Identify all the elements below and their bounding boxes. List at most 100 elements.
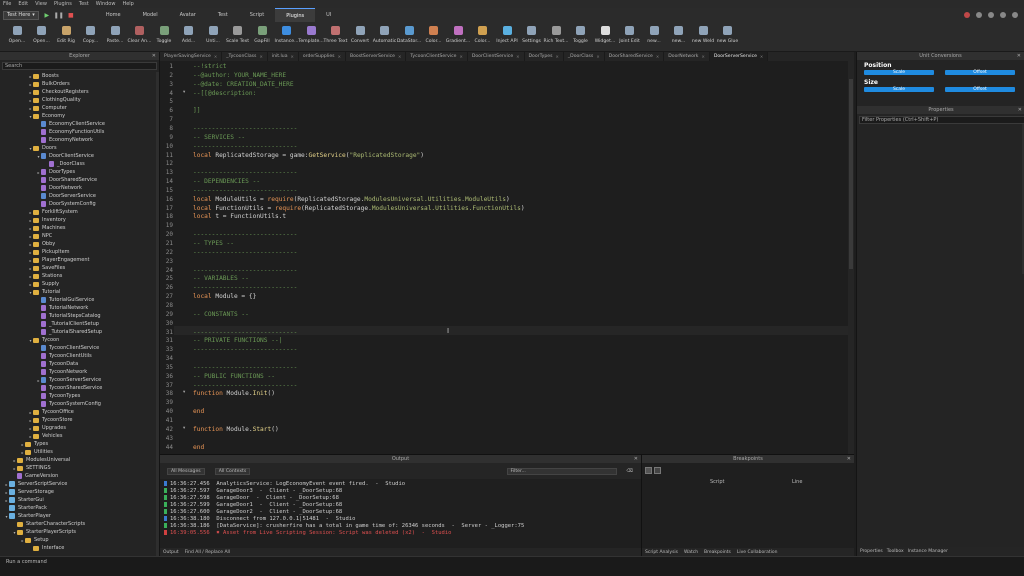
tree-item[interactable]: TycoonClientUtils (0, 352, 159, 360)
tree-item[interactable]: ▸ ServerScriptService (0, 480, 159, 488)
tree-item[interactable]: ▸ Vehicles (0, 432, 159, 440)
tree-item[interactable]: DoorNetwork (0, 184, 159, 192)
tree-item[interactable]: TycoonData (0, 360, 159, 368)
code-line[interactable]: --[[@description: (193, 90, 256, 97)
script-tab[interactable]: _TycoonClass ✕ (222, 52, 268, 61)
script-tab[interactable]: init.lua ✕ (268, 52, 299, 61)
tree-item[interactable]: ▾ Tycoon (0, 336, 159, 344)
share-icon[interactable] (976, 12, 982, 18)
tree-item[interactable]: ▾ StarterPlayer (0, 512, 159, 520)
output-bottom-tab[interactable]: Output (163, 550, 179, 555)
command-input[interactable]: Run a command (6, 559, 47, 565)
tree-item[interactable]: ▸ Obby (0, 240, 159, 248)
code-line[interactable]: function Module.Start() (193, 426, 279, 433)
properties-bottom-tab[interactable]: Toolbox (887, 549, 904, 554)
tree-item[interactable]: ▸ TycoonServerService (0, 376, 159, 384)
position-scale-button[interactable]: Scale (864, 70, 934, 75)
close-icon[interactable]: ✕ (1018, 106, 1022, 114)
code-line[interactable]: ]] (193, 107, 200, 114)
code-line[interactable]: --@date: CREATION_DATE_HERE (193, 81, 294, 88)
code-line[interactable]: local ReplicatedStorage = game:GetServic… (193, 152, 424, 159)
code-line[interactable]: -- CONSTANTS -- (193, 311, 249, 318)
tree-item[interactable]: _DoorClass (0, 160, 159, 168)
play-icon[interactable]: ▶ (43, 11, 51, 19)
close-icon[interactable]: ✕ (656, 54, 659, 59)
tab-script[interactable]: Script (239, 8, 276, 22)
code-line[interactable]: local Module = {} (193, 293, 256, 300)
tree-item[interactable]: TycoonNetwork (0, 368, 159, 376)
tab-ui[interactable]: UI (315, 8, 342, 22)
close-icon[interactable]: ✕ (516, 54, 519, 59)
menu-item-help[interactable]: Help (122, 1, 133, 7)
tree-item[interactable]: ▸ TycoonStore (0, 416, 159, 424)
tree-item[interactable]: ▾ Tutorial (0, 288, 159, 296)
close-icon[interactable]: ✕ (596, 54, 599, 59)
code-line[interactable]: ---------------------------- (193, 169, 297, 176)
tree-item[interactable]: ▾ Doors (0, 144, 159, 152)
debug-bottom-tab[interactable]: Script Analysis (645, 550, 678, 555)
stop-icon[interactable]: ■ (67, 11, 75, 19)
tree-item[interactable]: StarterPack (0, 504, 159, 512)
close-icon[interactable]: ✕ (459, 54, 462, 59)
explorer-search-input[interactable]: Search (2, 62, 157, 70)
properties-bottom-tab[interactable]: Instance Manager (908, 549, 948, 554)
close-icon[interactable]: ✕ (847, 455, 851, 463)
toolbar-button[interactable]: new Glue (713, 26, 743, 44)
context-filter-dropdown[interactable]: All Contexts (214, 467, 251, 475)
code-line[interactable]: ---------------------------- (193, 267, 297, 274)
code-line[interactable]: -- PRIVATE FUNCTIONS --| (193, 337, 282, 344)
column-script[interactable]: Script (710, 479, 725, 485)
tree-item[interactable]: ▸ Stations (0, 272, 159, 280)
code-line[interactable]: ---------------------------- (193, 284, 297, 291)
tree-item[interactable]: ▸ SaveFiles (0, 264, 159, 272)
close-icon[interactable]: ✕ (701, 54, 704, 59)
position-offset-button[interactable]: Offset (945, 70, 1015, 75)
tree-item[interactable]: ▾ DoorClientService (0, 152, 159, 160)
run-mode-select[interactable]: Test Here ▾ (3, 10, 39, 20)
tree-item[interactable]: ▸ Boosts (0, 72, 159, 80)
close-icon[interactable]: ✕ (259, 54, 262, 59)
tree-item[interactable]: ▸ ServerStorage (0, 488, 159, 496)
menu-item-edit[interactable]: Edit (18, 1, 28, 7)
code-line[interactable]: ---------------------------- (193, 329, 297, 336)
tree-item[interactable]: GameVersion (0, 472, 159, 480)
message-filter-dropdown[interactable]: All Messages (167, 467, 205, 475)
code-line[interactable]: end (193, 408, 204, 415)
menu-item-view[interactable]: View (35, 1, 47, 7)
tree-item[interactable]: DoorSharedService (0, 176, 159, 184)
menu-item-file[interactable]: File (3, 1, 11, 7)
code-line[interactable]: ---------------------------- (193, 249, 297, 256)
tree-item[interactable]: ▾ Economy (0, 112, 159, 120)
tree-item[interactable]: ▾ StarterPlayerScripts (0, 528, 159, 536)
tree-item[interactable]: ▸ TycoonOffice (0, 408, 159, 416)
tree-item[interactable]: Interface (0, 544, 159, 552)
close-icon[interactable]: ✕ (398, 54, 401, 59)
size-scale-button[interactable]: Scale (864, 87, 934, 92)
code-line[interactable]: local ModuleUtils = require(ReplicatedSt… (193, 196, 510, 203)
tree-item[interactable]: TutorialGuiService (0, 296, 159, 304)
tree-item[interactable]: DoorServerService (0, 192, 159, 200)
code-line[interactable]: ---------------------------- (193, 231, 297, 238)
script-tab[interactable]: _DoorClass ✕ (564, 52, 605, 61)
script-tab[interactable]: DoorTypes ✕ (525, 52, 564, 61)
tab-avatar[interactable]: Avatar (169, 8, 207, 22)
editor-scrollbar[interactable] (848, 61, 854, 454)
tree-item[interactable]: _TutorialClientSetup (0, 320, 159, 328)
tree-item[interactable]: ▸ PickupItem (0, 248, 159, 256)
script-tab[interactable]: PlayerSavingService ✕ (160, 52, 223, 61)
code-line[interactable]: local t = FunctionUtils.t (193, 213, 286, 220)
close-icon[interactable]: ✕ (152, 52, 156, 60)
code-line[interactable]: ---------------------------- (193, 382, 297, 389)
tree-item[interactable]: EconomyFunctionUtils (0, 128, 159, 136)
properties-filter-input[interactable]: Filter Properties (Ctrl+Shift+P) (859, 116, 1024, 124)
close-icon[interactable]: ✕ (291, 54, 294, 59)
tree-item[interactable]: ▸ Utilities (0, 448, 159, 456)
menu-item-window[interactable]: Window (96, 1, 116, 7)
code-line[interactable]: ---------------------------- (193, 346, 297, 353)
close-icon[interactable]: ✕ (338, 54, 341, 59)
tree-item[interactable]: ▸ BulkOrders (0, 80, 159, 88)
script-tab[interactable]: DoorSharedService ✕ (605, 52, 665, 61)
close-icon[interactable]: ✕ (1017, 52, 1021, 60)
tree-item[interactable]: TutorialNetwork (0, 304, 159, 312)
tree-item[interactable]: ▸ Machines (0, 224, 159, 232)
